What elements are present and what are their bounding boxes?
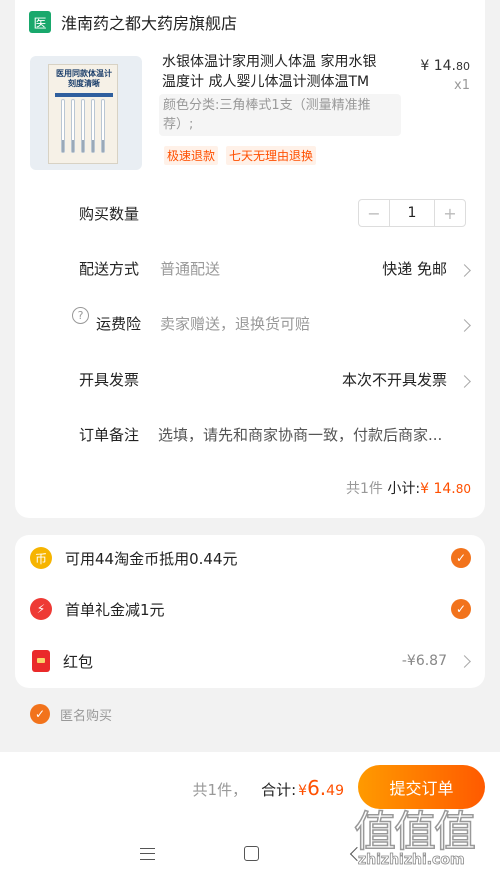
checkmark-icon[interactable]: ✓ — [451, 548, 471, 568]
quantity-stepper: − 1 + — [358, 199, 466, 227]
red-packet-label: 红包 — [63, 652, 94, 671]
order-note-label: 订单备注 — [79, 426, 140, 444]
item-count: 共1件， — [192, 781, 248, 799]
red-packet-value: -¥6.87 — [401, 653, 447, 669]
order-card: 医 淮南药之都大药房旗舰店 医用同款体温计刻度清晰 水银体温计家用测人体温 家用… — [15, 0, 485, 518]
increase-button[interactable]: + — [435, 200, 465, 226]
tag-fast-refund: 极速退款 — [164, 146, 219, 165]
chevron-right-icon — [458, 655, 471, 668]
delivery-value: 快递 免邮 — [382, 260, 447, 278]
checkmark-icon[interactable]: ✓ — [30, 704, 50, 724]
shop-header[interactable]: 医 淮南药之都大药房旗舰店 — [29, 10, 237, 34]
menu-icon[interactable] — [140, 848, 155, 860]
product-quantity: x1 — [454, 78, 470, 93]
home-icon[interactable] — [244, 846, 259, 861]
anonymous-purchase-label: 匿名购买 — [60, 708, 113, 724]
promotions-card: 币 可用44淘金币抵用0.44元 ✓ ⚡ 首单礼金减1元 ✓ 红包 -¥6.87 — [15, 535, 485, 688]
product-image[interactable]: 医用同款体温计刻度清晰 — [30, 56, 142, 170]
service-tags: 极速退款 七天无理由退换 — [164, 146, 317, 165]
red-packet-icon — [32, 650, 50, 672]
total-amount: 6. — [307, 776, 327, 800]
delivery-label: 配送方式 — [79, 260, 140, 278]
lightning-icon: ⚡ — [30, 598, 52, 620]
quantity-input[interactable]: 1 — [389, 200, 435, 226]
first-order-discount-row[interactable]: ⚡ 首单礼金减1元 ✓ — [30, 594, 471, 624]
decrease-button[interactable]: − — [359, 200, 389, 226]
invoice-label: 开具发票 — [79, 371, 140, 389]
watermark-logo: 值值值 zhizhizhi.com — [353, 806, 477, 868]
product-box-illustration: 医用同款体温计刻度清晰 — [48, 64, 118, 164]
chevron-right-icon — [458, 264, 471, 277]
insurance-label: 运费险 — [96, 315, 142, 333]
product-title[interactable]: 水银体温计家用测人体温 家用水银温度计 成人婴儿体温计测体温TM — [162, 52, 387, 92]
red-packet-row[interactable]: 红包 -¥6.87 — [30, 646, 471, 676]
order-note-input[interactable]: 选填，请先和商家协商一致，付款后商家... — [158, 424, 442, 445]
anonymous-purchase[interactable]: ✓ 匿名购买 — [30, 704, 112, 724]
product-spec[interactable]: 颜色分类:三角棒式1支（测量精准推荐）; — [159, 94, 401, 136]
pharmacy-badge-icon: 医 — [29, 11, 51, 33]
coin-icon: 币 — [30, 547, 52, 569]
chevron-right-icon — [458, 319, 471, 332]
first-order-discount-text: 首单礼金减1元 — [65, 600, 165, 619]
shop-name[interactable]: 淮南药之都大药房旗舰店 — [61, 10, 237, 34]
tag-seven-day-return: 七天无理由退换 — [226, 146, 317, 165]
coin-discount-row[interactable]: 币 可用44淘金币抵用0.44元 ✓ — [30, 543, 471, 573]
subtotal: 共1件 小计:¥ 14.80 — [346, 481, 471, 497]
product-image-title: 医用同款体温计刻度清晰 — [56, 69, 112, 88]
product-price: ¥ 14.80 — [420, 58, 470, 74]
delivery-type: 普通配送 — [160, 260, 221, 278]
coin-discount-text: 可用44淘金币抵用0.44元 — [65, 549, 238, 568]
total-label: 合计: — [261, 781, 297, 799]
insurance-desc: 卖家赠送，退换货可赔 — [160, 315, 311, 333]
chevron-right-icon — [458, 375, 471, 388]
help-icon[interactable]: ? — [72, 307, 89, 324]
invoice-value: 本次不开具发票 — [341, 371, 447, 389]
checkmark-icon[interactable]: ✓ — [451, 599, 471, 619]
order-total: 共1件， 合计: ¥ 6. 49 — [192, 776, 344, 800]
quantity-label: 购买数量 — [79, 205, 140, 223]
